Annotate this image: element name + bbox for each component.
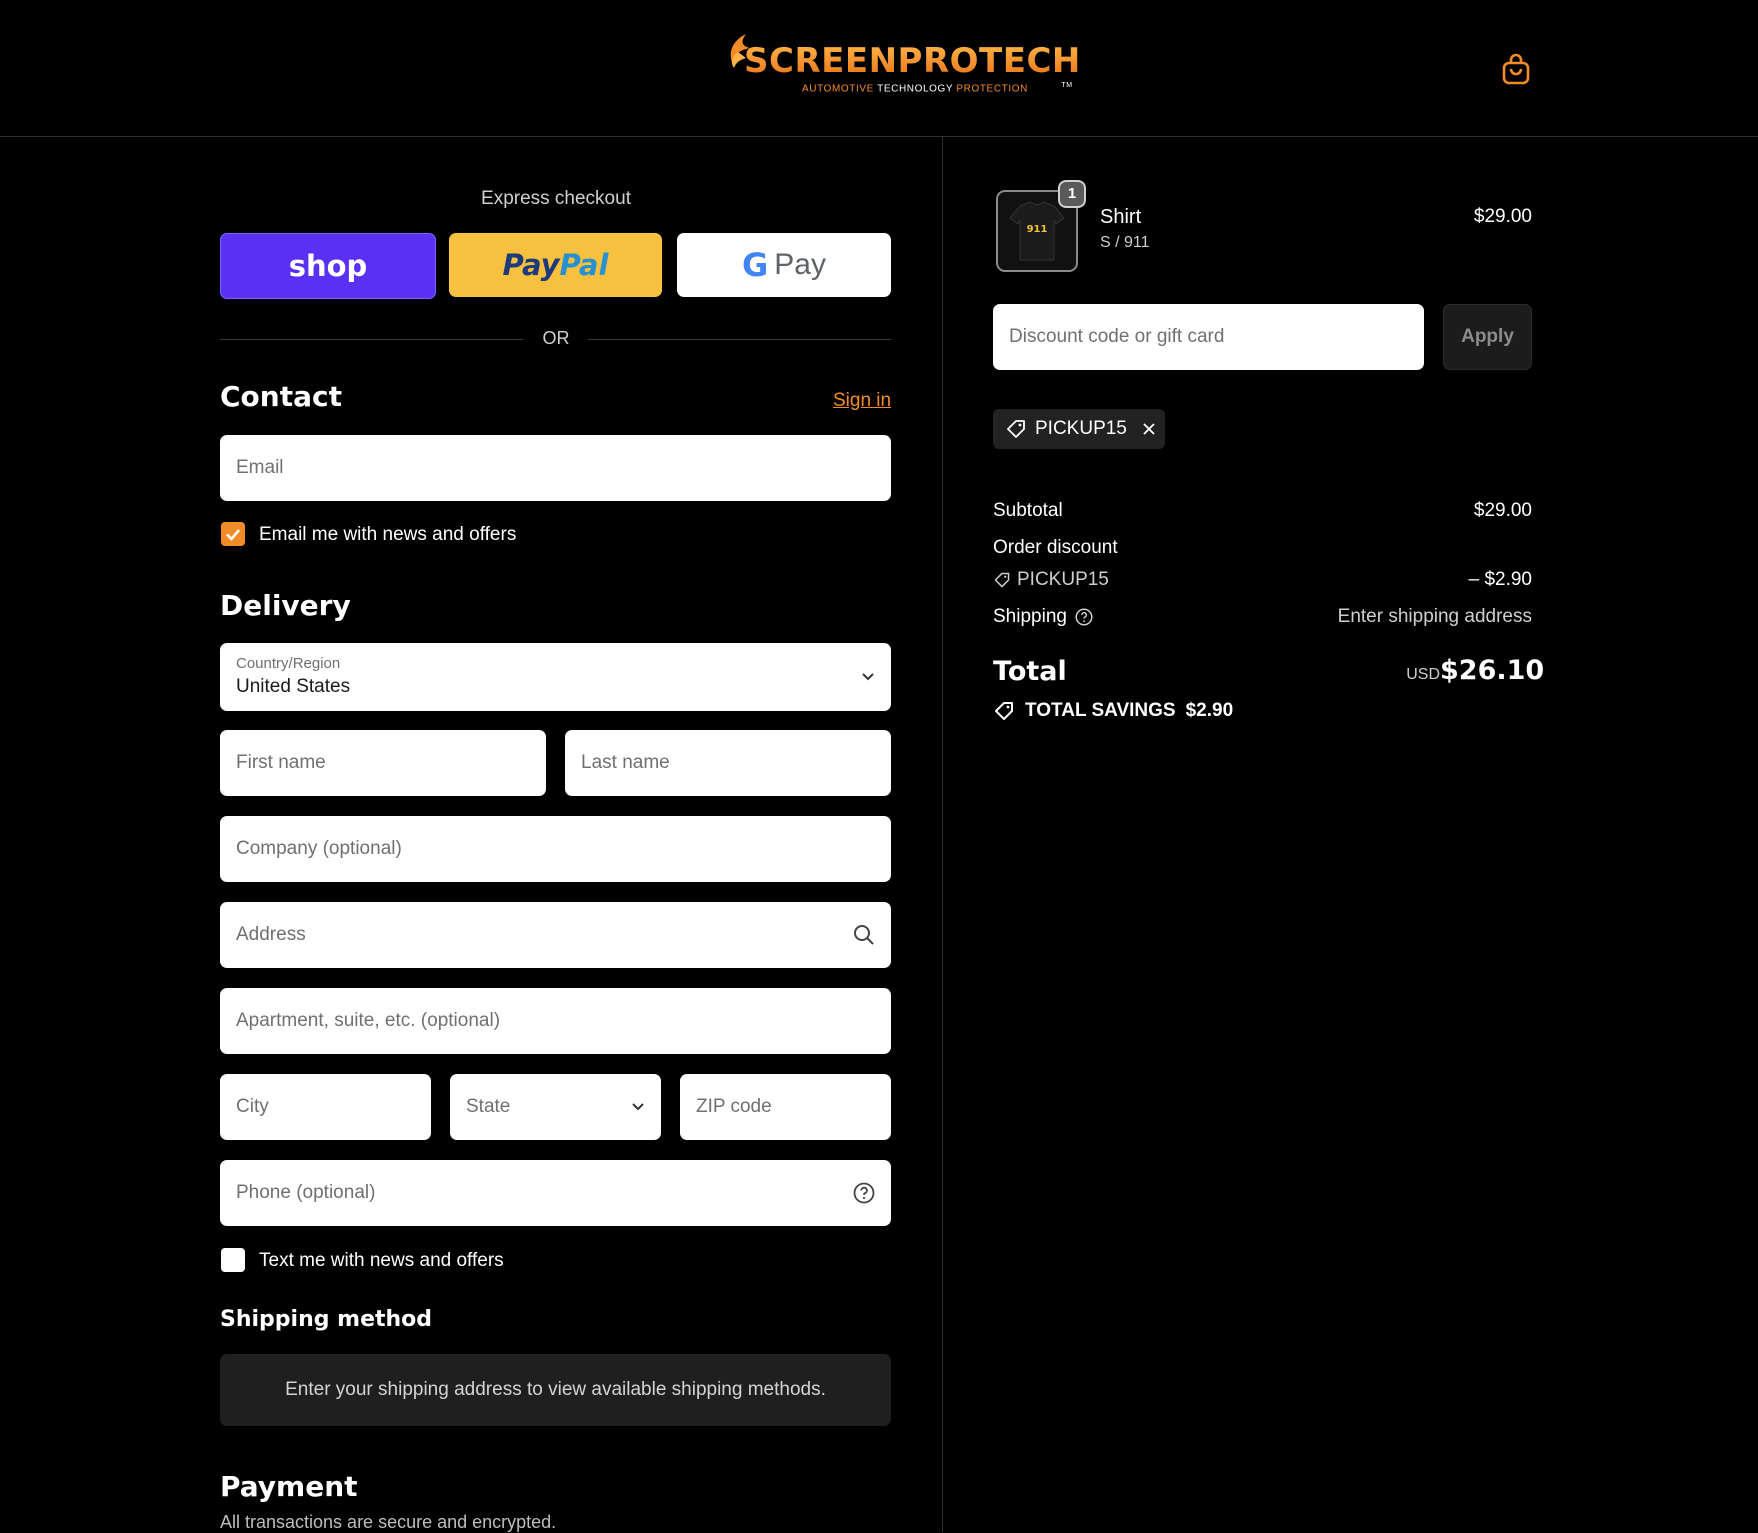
item-variant: S / 911: [1100, 234, 1150, 251]
sign-in-link[interactable]: Sign in: [833, 390, 891, 412]
search-icon: [854, 925, 874, 945]
help-circle-icon[interactable]: [1075, 608, 1093, 626]
discount-value: – $2.90: [1468, 569, 1532, 590]
shopping-bag-icon[interactable]: [1500, 52, 1532, 86]
payment-secure-note: All transactions are secure and encrypte…: [220, 1512, 557, 1532]
logo-tagline: AUTOMOTIVE TECHNOLOGY PROTECTION TM: [802, 82, 1073, 95]
last-name-field[interactable]: Last name: [565, 730, 891, 796]
chevron-down-icon: [862, 673, 874, 681]
discount-code-row: PICKUP15: [993, 569, 1109, 591]
tag-icon: [995, 702, 1013, 720]
logo-wordmark: SCREENPROTECH: [744, 41, 1081, 81]
or-divider-text: OR: [542, 328, 570, 348]
contact-heading: Contact: [220, 380, 342, 413]
subtotal-value: $29.00: [1473, 500, 1532, 521]
payment-heading: Payment: [220, 1470, 358, 1503]
express-checkout-title: Express checkout: [481, 188, 631, 209]
discount-code-field[interactable]: Discount code or gift card: [993, 304, 1424, 370]
order-discount-label: Order discount: [993, 537, 1118, 558]
or-divider-right: [588, 339, 891, 340]
company-field[interactable]: Company (optional): [220, 816, 891, 882]
country-select[interactable]: Country/Region United States: [220, 643, 891, 711]
or-divider-left: [220, 339, 523, 340]
total-label: Total: [993, 656, 1067, 687]
sms-checkbox[interactable]: [221, 1248, 245, 1272]
email-field[interactable]: Email: [220, 435, 891, 501]
paypal-button[interactable]: Pay Pal: [449, 233, 662, 297]
newsletter-label: Email me with news and offers: [259, 524, 517, 545]
total-savings: TOTAL SAVINGS $2.90: [993, 700, 1233, 722]
shipping-method-heading: Shipping method: [220, 1307, 433, 1332]
first-name-field[interactable]: First name: [220, 730, 546, 796]
apply-discount-button[interactable]: Apply: [1443, 304, 1532, 370]
shipping-row: Shipping: [993, 606, 1093, 628]
google-g-icon: G: [742, 246, 769, 284]
applied-discount-chip: PICKUP15: [993, 409, 1165, 449]
shipping-method-note: Enter your shipping address to view avai…: [220, 1354, 891, 1426]
site-header: SCREENPROTECH AUTOMOTIVE TECHNOLOGY PROT…: [0, 0, 1758, 137]
quantity-badge: 1: [1058, 180, 1086, 208]
item-name: Shirt: [1100, 206, 1142, 228]
item-price: $29.00: [1473, 206, 1532, 227]
address-field[interactable]: Address: [220, 902, 891, 968]
shop-pay-button[interactable]: shop: [220, 233, 436, 299]
phone-field[interactable]: Phone (optional): [220, 1160, 891, 1226]
shipping-value: Enter shipping address: [1337, 606, 1532, 627]
google-pay-button[interactable]: G Pay: [677, 233, 891, 297]
sms-label: Text me with news and offers: [259, 1250, 504, 1271]
checkmark-icon: [226, 529, 240, 541]
delivery-heading: Delivery: [220, 589, 351, 622]
city-field[interactable]: City: [220, 1074, 431, 1140]
svg-text:911: 911: [1027, 224, 1048, 235]
close-icon[interactable]: [1141, 421, 1157, 437]
apartment-field[interactable]: Apartment, suite, etc. (optional): [220, 988, 891, 1054]
help-circle-icon[interactable]: [853, 1182, 875, 1204]
chevron-down-icon: [632, 1103, 644, 1111]
total-currency: USD: [1406, 666, 1440, 683]
subtotal-label: Subtotal: [993, 500, 1063, 521]
newsletter-checkbox[interactable]: [221, 522, 245, 546]
column-divider: [942, 137, 943, 1532]
total-amount: $26.10: [1440, 655, 1545, 686]
tag-icon: [994, 572, 1010, 588]
state-select[interactable]: State: [450, 1074, 661, 1140]
tag-icon: [1007, 420, 1025, 438]
brand-logo[interactable]: SCREENPROTECH AUTOMOTIVE TECHNOLOGY PROT…: [724, 32, 1080, 96]
zip-code-field[interactable]: ZIP code: [680, 1074, 891, 1140]
